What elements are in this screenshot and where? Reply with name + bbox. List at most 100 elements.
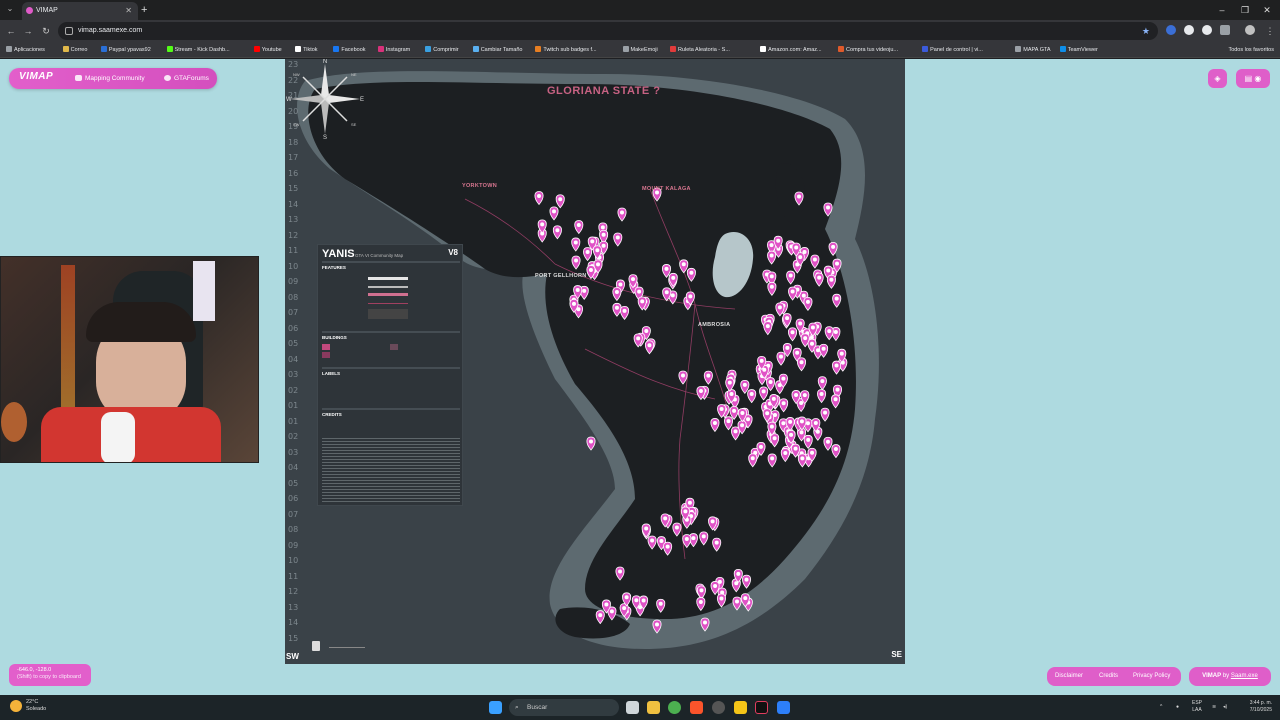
obs-icon[interactable]: [712, 701, 725, 714]
grid-number: 03: [288, 370, 299, 379]
gtaforums-link[interactable]: GTAForums: [164, 73, 209, 84]
taskbar-search[interactable]: ⌕ Buscar: [509, 699, 619, 716]
grid-number: 04: [288, 354, 299, 364]
maximize-icon[interactable]: ❐: [1235, 2, 1255, 18]
bookmark-item[interactable]: MakeEmoji: [622, 44, 658, 56]
bookmark-favicon-icon: [1059, 46, 1066, 52]
address-bar[interactable]: vimap.saamexe.com ★: [58, 22, 1158, 40]
bookmark-favicon-icon: [377, 46, 384, 52]
bookmark-item[interactable]: Tiktok: [295, 44, 318, 56]
volume-icon[interactable]: ◂): [1223, 704, 1227, 711]
corner-sw-label: SW: [286, 652, 299, 661]
tab-search-icon[interactable]: ⌄: [4, 3, 16, 15]
brave-icon[interactable]: [690, 701, 703, 714]
bookmark-label: Youtube: [261, 47, 282, 53]
grid-number: 15: [288, 633, 299, 643]
language-indicator[interactable]: ESP LAA: [1192, 700, 1202, 714]
bookmark-favicon-icon: [425, 46, 432, 52]
bookmarks-bar: Todos los favoritos Aplicaciones Correo Pa…: [0, 42, 1280, 58]
bookmark-item[interactable]: Aplicaciones: [6, 44, 45, 56]
bookmark-item[interactable]: Comprimir: [425, 44, 459, 56]
app-icon[interactable]: [777, 701, 790, 714]
compass-nw: NW: [293, 72, 300, 77]
clock-time: 3:44 p. m.: [1249, 700, 1272, 706]
browser-tab-strip: ⌄ VIMAP ✕ + – ❐ ✕: [0, 0, 1280, 20]
scale-bar: [329, 647, 365, 648]
map-canvas[interactable]: 23 22 21 20 19 18 17 16 15 14 13 12 11 10 09 08 07 06 05 04…: [285, 59, 905, 664]
scale-icon: [312, 641, 320, 651]
all-bookmarks[interactable]: Todos los favoritos: [1228, 44, 1274, 56]
chrome-icon[interactable]: [668, 701, 681, 714]
bookmark-item[interactable]: TeamViewer: [1059, 44, 1098, 56]
grid-number: 11: [288, 571, 299, 581]
bookmark-item[interactable]: Correo: [62, 44, 88, 56]
file-explorer-icon[interactable]: [647, 701, 660, 714]
coordinates-display[interactable]: -646.0, -128.0 (Shift) to copy to clipbo…: [9, 664, 91, 686]
location-marker-pin[interactable]: [586, 436, 596, 451]
bookmark-item[interactable]: Cambiar Tamaño: [472, 44, 522, 56]
bookmark-item[interactable]: Ruleta Aleatoria - S...: [669, 44, 730, 56]
bookmark-favicon-icon: [333, 46, 340, 52]
minimize-icon[interactable]: –: [1212, 2, 1232, 18]
grid-number: 01: [288, 416, 299, 426]
mapping-community-link[interactable]: Mapping Community: [75, 73, 145, 84]
back-icon[interactable]: ←: [5, 24, 17, 38]
road-swatch: [368, 277, 408, 280]
grid-number: 14: [288, 199, 299, 209]
author-credit[interactable]: VIMAP by Saam.exe: [1189, 667, 1271, 686]
author-link[interactable]: Saam.exe: [1231, 673, 1258, 679]
windows-start-icon[interactable]: [489, 701, 502, 714]
bookmark-item[interactable]: Compra tus videoju...: [838, 44, 898, 56]
extension-icon[interactable]: [1184, 25, 1194, 35]
bookmark-item[interactable]: Paypal ypavas92: [100, 44, 151, 56]
browser-menu-icon[interactable]: ⋮: [1264, 24, 1276, 38]
tray-icon[interactable]: ●: [1176, 704, 1179, 711]
close-window-icon[interactable]: ✕: [1257, 2, 1277, 18]
bookmark-label: Stream - Kick Dashb...: [174, 47, 230, 53]
new-tab-icon[interactable]: +: [141, 2, 147, 18]
tiktok-icon[interactable]: [755, 701, 768, 714]
vimap-logo[interactable]: VIMAP: [19, 71, 53, 82]
bookmark-item[interactable]: Facebook: [333, 44, 366, 56]
bookmark-item[interactable]: Youtube: [253, 44, 282, 56]
bookmark-label: Correo: [70, 47, 88, 53]
tray-chevron-icon[interactable]: ^: [1160, 704, 1162, 711]
grid-number: 12: [288, 587, 299, 596]
bookmark-label: Twitch sub badges f...: [543, 47, 597, 53]
bookmark-item[interactable]: Amazon.com: Amaz...: [760, 44, 822, 56]
credits-link[interactable]: Credits: [1099, 673, 1118, 679]
grid-number: 10: [288, 556, 299, 565]
label-port-gellhorn: PORT GELLHORN: [535, 273, 587, 279]
bookmark-item[interactable]: Panel de control | vi...: [922, 44, 983, 56]
bookmark-star-icon[interactable]: ★: [1142, 22, 1150, 40]
browser-tab[interactable]: VIMAP ✕: [22, 2, 138, 20]
extension-icon[interactable]: [1166, 25, 1176, 35]
grid-number: 09: [288, 540, 299, 550]
clock[interactable]: 3:44 p. m. 7/10/2025: [1238, 700, 1272, 714]
grid-number: 08: [288, 525, 299, 534]
grid-number: 09: [288, 277, 299, 286]
task-view-icon[interactable]: [626, 701, 639, 714]
privacy-policy-link[interactable]: Privacy Policy: [1133, 673, 1170, 679]
close-tab-icon[interactable]: ✕: [125, 2, 132, 20]
extensions-puzzle-icon[interactable]: [1220, 25, 1230, 35]
view-toggle-button[interactable]: ▤ ◉: [1236, 69, 1270, 88]
weather-widget[interactable]: 22°C Soleado: [10, 699, 46, 713]
forward-icon[interactable]: →: [22, 24, 34, 38]
grid-number: 17: [288, 153, 299, 162]
app-icon[interactable]: [734, 701, 747, 714]
disclaimer-link[interactable]: Disclaimer: [1055, 673, 1083, 679]
bookmark-item[interactable]: MAPA GTA: [1015, 44, 1051, 56]
bookmark-item[interactable]: Twitch sub badges f...: [535, 44, 597, 56]
layers-button[interactable]: ◈: [1208, 69, 1227, 88]
bookmark-favicon-icon: [760, 46, 767, 52]
bookmark-item[interactable]: Instagram: [377, 44, 410, 56]
extension-icon[interactable]: [1202, 25, 1212, 35]
bookmark-item[interactable]: Stream - Kick Dashb...: [166, 44, 230, 56]
profile-avatar[interactable]: [1245, 25, 1255, 35]
reload-icon[interactable]: ↻: [40, 24, 52, 38]
wall-banner: [193, 261, 215, 321]
site-info-icon[interactable]: [65, 27, 73, 35]
wifi-icon[interactable]: ≋: [1212, 704, 1216, 711]
bookmark-label: Ruleta Aleatoria - S...: [677, 47, 730, 53]
